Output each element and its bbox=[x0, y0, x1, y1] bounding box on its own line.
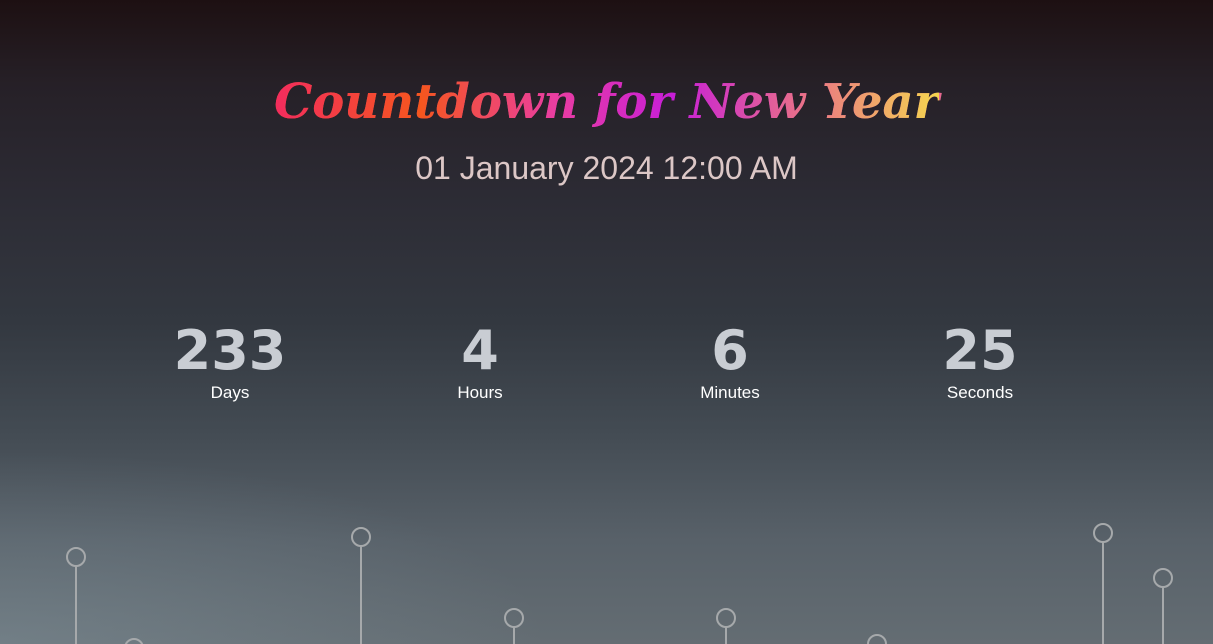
seconds-label: Seconds bbox=[946, 383, 1014, 402]
ornament-string bbox=[1153, 568, 1173, 644]
page-title: Countdown for New Year bbox=[0, 62, 1213, 142]
target-date: 01 January 2024 12:00 AM bbox=[415, 150, 798, 186]
ornament-string bbox=[124, 638, 144, 644]
ornament-string bbox=[504, 608, 524, 644]
ornament-string bbox=[1093, 523, 1113, 644]
ornament-string bbox=[716, 608, 736, 644]
ornament-string bbox=[867, 634, 887, 644]
counter-days: 233 Days bbox=[130, 318, 330, 404]
days-value: 233 bbox=[173, 319, 287, 382]
counter-minutes: 6 Minutes bbox=[630, 318, 830, 404]
counter-seconds: 25 Seconds bbox=[880, 318, 1080, 404]
counter-hours: 4 Hours bbox=[380, 318, 580, 404]
ornament-string bbox=[351, 527, 371, 644]
days-label: Days bbox=[210, 383, 250, 402]
seconds-value: 25 bbox=[942, 319, 1018, 382]
hours-value: 4 bbox=[461, 319, 499, 382]
hours-label: Hours bbox=[457, 383, 503, 402]
minutes-value: 6 bbox=[711, 319, 749, 382]
page-title-text: Countdown for New Year bbox=[274, 62, 939, 142]
minutes-label: Minutes bbox=[700, 383, 760, 402]
ornament-string bbox=[66, 547, 86, 644]
